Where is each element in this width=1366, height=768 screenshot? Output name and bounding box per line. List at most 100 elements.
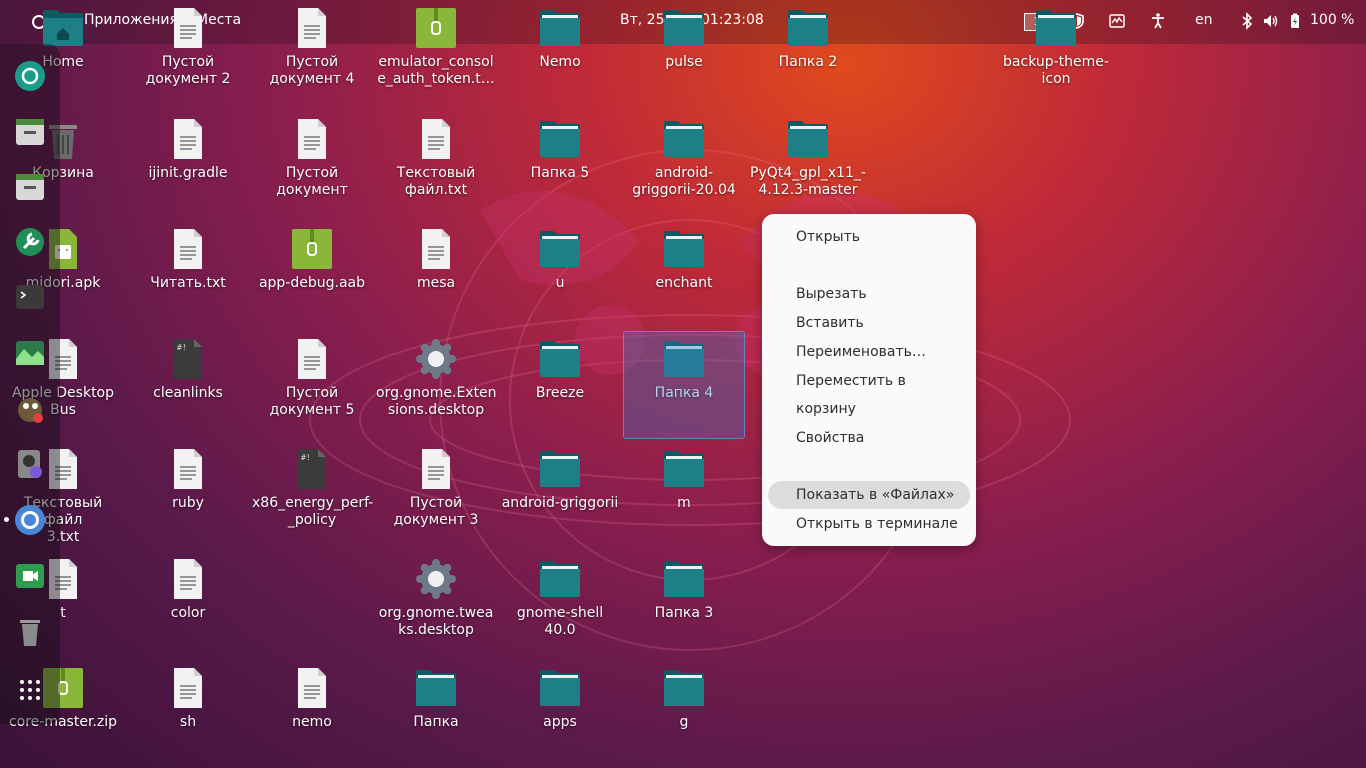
- svg-text:#!: #!: [301, 453, 311, 462]
- svg-text:#!: #!: [177, 343, 187, 352]
- folder-icon: [416, 668, 456, 708]
- script-icon: #!: [292, 449, 332, 489]
- context-menu-item[interactable]: Показать в «Файлах»: [768, 481, 970, 509]
- folder-icon: [540, 8, 580, 48]
- terminal-icon[interactable]: [12, 279, 48, 315]
- folder-icon: [540, 339, 580, 379]
- folder-icon: [664, 449, 704, 489]
- folder-icon: [540, 119, 580, 159]
- running-indicator: [4, 517, 9, 522]
- image-viewer-icon[interactable]: [12, 335, 48, 371]
- desktop-icon-label: emulator_consol e_auth_token.t…: [377, 54, 495, 87]
- chromium-icon[interactable]: [12, 502, 48, 538]
- text-file-icon: [168, 559, 208, 599]
- context-menu-item[interactable]: Открыть в терминале: [768, 510, 970, 538]
- desktop-icon-label: Пустой документ 2: [145, 54, 231, 87]
- system-monitor-icon[interactable]: [1108, 12, 1126, 30]
- desktop-icon-label: Текстовый файл.txt: [396, 165, 476, 198]
- desktop-icon-label: pulse: [665, 54, 703, 70]
- desktop-icon-label: Папка 5: [530, 165, 590, 181]
- gear-icon: [416, 339, 456, 379]
- volume-icon[interactable]: [1262, 12, 1280, 30]
- desktop-icon-label: g: [679, 714, 689, 730]
- folder-icon: [540, 668, 580, 708]
- text-file-icon: [168, 449, 208, 489]
- battery-percent: 100 %: [1310, 12, 1355, 28]
- gear-icon: [416, 559, 456, 599]
- disk-usage-icon[interactable]: [12, 446, 48, 482]
- desktop-icon-label: app-debug.aab: [258, 275, 366, 291]
- context-menu-item[interactable]: Вставить: [768, 309, 970, 337]
- desktop-icon-label: Папка: [413, 714, 459, 730]
- folder-icon: [788, 119, 828, 159]
- desktop-icon-label: cleanlinks: [153, 385, 223, 401]
- desktop-icon-label: x86_energy_perf- _policy: [252, 495, 374, 528]
- context-menu: Открыть Вырезать Вставить Переименовать… Пер…: [762, 214, 976, 546]
- script-icon: #!: [168, 339, 208, 379]
- desktop-icon-label: Пустой документ 5: [269, 385, 355, 418]
- desktop-icon-label: apps: [543, 714, 577, 730]
- context-menu-item[interactable]: Вырезать: [768, 280, 970, 308]
- folder-icon: [540, 449, 580, 489]
- context-menu-item[interactable]: Переместить в корзину: [768, 367, 970, 417]
- folder-icon: [664, 229, 704, 269]
- desktop-icon-label: Папка 2: [778, 54, 838, 70]
- gimp-icon[interactable]: [12, 390, 48, 426]
- archive-icon: [292, 229, 332, 269]
- text-file-icon: [292, 668, 332, 708]
- desktop-icon-label: nemo: [292, 714, 332, 730]
- desktop-icon-label: enchant: [655, 275, 713, 291]
- folder-icon: [664, 119, 704, 159]
- desktop-icon-label: Пустой документ 3: [393, 495, 479, 528]
- text-file-icon: [292, 119, 332, 159]
- desktop-icon-label: gnome-shell 40.0: [516, 605, 604, 638]
- dock: [0, 44, 60, 724]
- screencast-icon[interactable]: [12, 558, 48, 594]
- desktop-icon-label: color: [170, 605, 206, 621]
- text-file-icon: [292, 8, 332, 48]
- desktop-icon-label: android- griggorii-20.04: [632, 165, 736, 198]
- context-menu-item[interactable]: Открыть: [768, 223, 970, 251]
- context-menu-item[interactable]: Переименовать…: [768, 338, 970, 366]
- text-file-icon: [416, 229, 456, 269]
- app-grid-icon[interactable]: [12, 672, 48, 708]
- text-file-icon: [168, 229, 208, 269]
- desktop-icon-label: Nemo: [539, 54, 581, 70]
- files-icon[interactable]: [12, 113, 48, 149]
- text-file-icon: [168, 8, 208, 48]
- settings-icon[interactable]: [12, 224, 48, 260]
- desktop-icon-label: ruby: [172, 495, 204, 511]
- applications-menu[interactable]: Приложения: [84, 12, 178, 28]
- desktop-icon-label: android-griggorii: [501, 495, 619, 511]
- desktop-icon-label: m: [677, 495, 691, 511]
- desktop-icon-label: org.gnome.twea ks.desktop: [378, 605, 494, 638]
- desktop-icon-label: Читать.txt: [150, 275, 226, 291]
- battery-icon[interactable]: [1286, 12, 1304, 30]
- folder-icon: [540, 229, 580, 269]
- desktop-icon-label: u: [555, 275, 565, 291]
- home-folder-icon: [43, 8, 83, 48]
- keyboard-layout[interactable]: en: [1195, 12, 1213, 28]
- accessibility-icon[interactable]: [1149, 12, 1167, 30]
- text-file-icon: [416, 449, 456, 489]
- folder-icon: [664, 8, 704, 48]
- context-menu-item[interactable]: Свойства: [768, 424, 970, 452]
- text-file-icon: [168, 668, 208, 708]
- files-icon[interactable]: [12, 168, 48, 204]
- text-file-icon: [416, 119, 456, 159]
- folder-icon: [664, 668, 704, 708]
- folder-icon: [788, 8, 828, 48]
- desktop-icon-label: Пустой документ: [276, 165, 348, 198]
- desktop-icon-label: PyQt4_gpl_x11_- 4.12.3-master: [750, 165, 866, 198]
- text-file-icon: [292, 339, 332, 379]
- trash-icon[interactable]: [12, 614, 48, 650]
- desktop-icon-label: ijinit.gradle: [148, 165, 228, 181]
- bluetooth-icon[interactable]: [1238, 12, 1256, 30]
- desktop-icon-label: sh: [179, 714, 197, 730]
- desktop-icon-label: Пустой документ 4: [269, 54, 355, 87]
- camera-icon[interactable]: [12, 58, 48, 94]
- desktop-icon-label: org.gnome.Exten sions.desktop: [376, 385, 497, 418]
- folder-icon: [540, 559, 580, 599]
- selection-highlight: [623, 331, 745, 439]
- folder-icon: [1036, 8, 1076, 48]
